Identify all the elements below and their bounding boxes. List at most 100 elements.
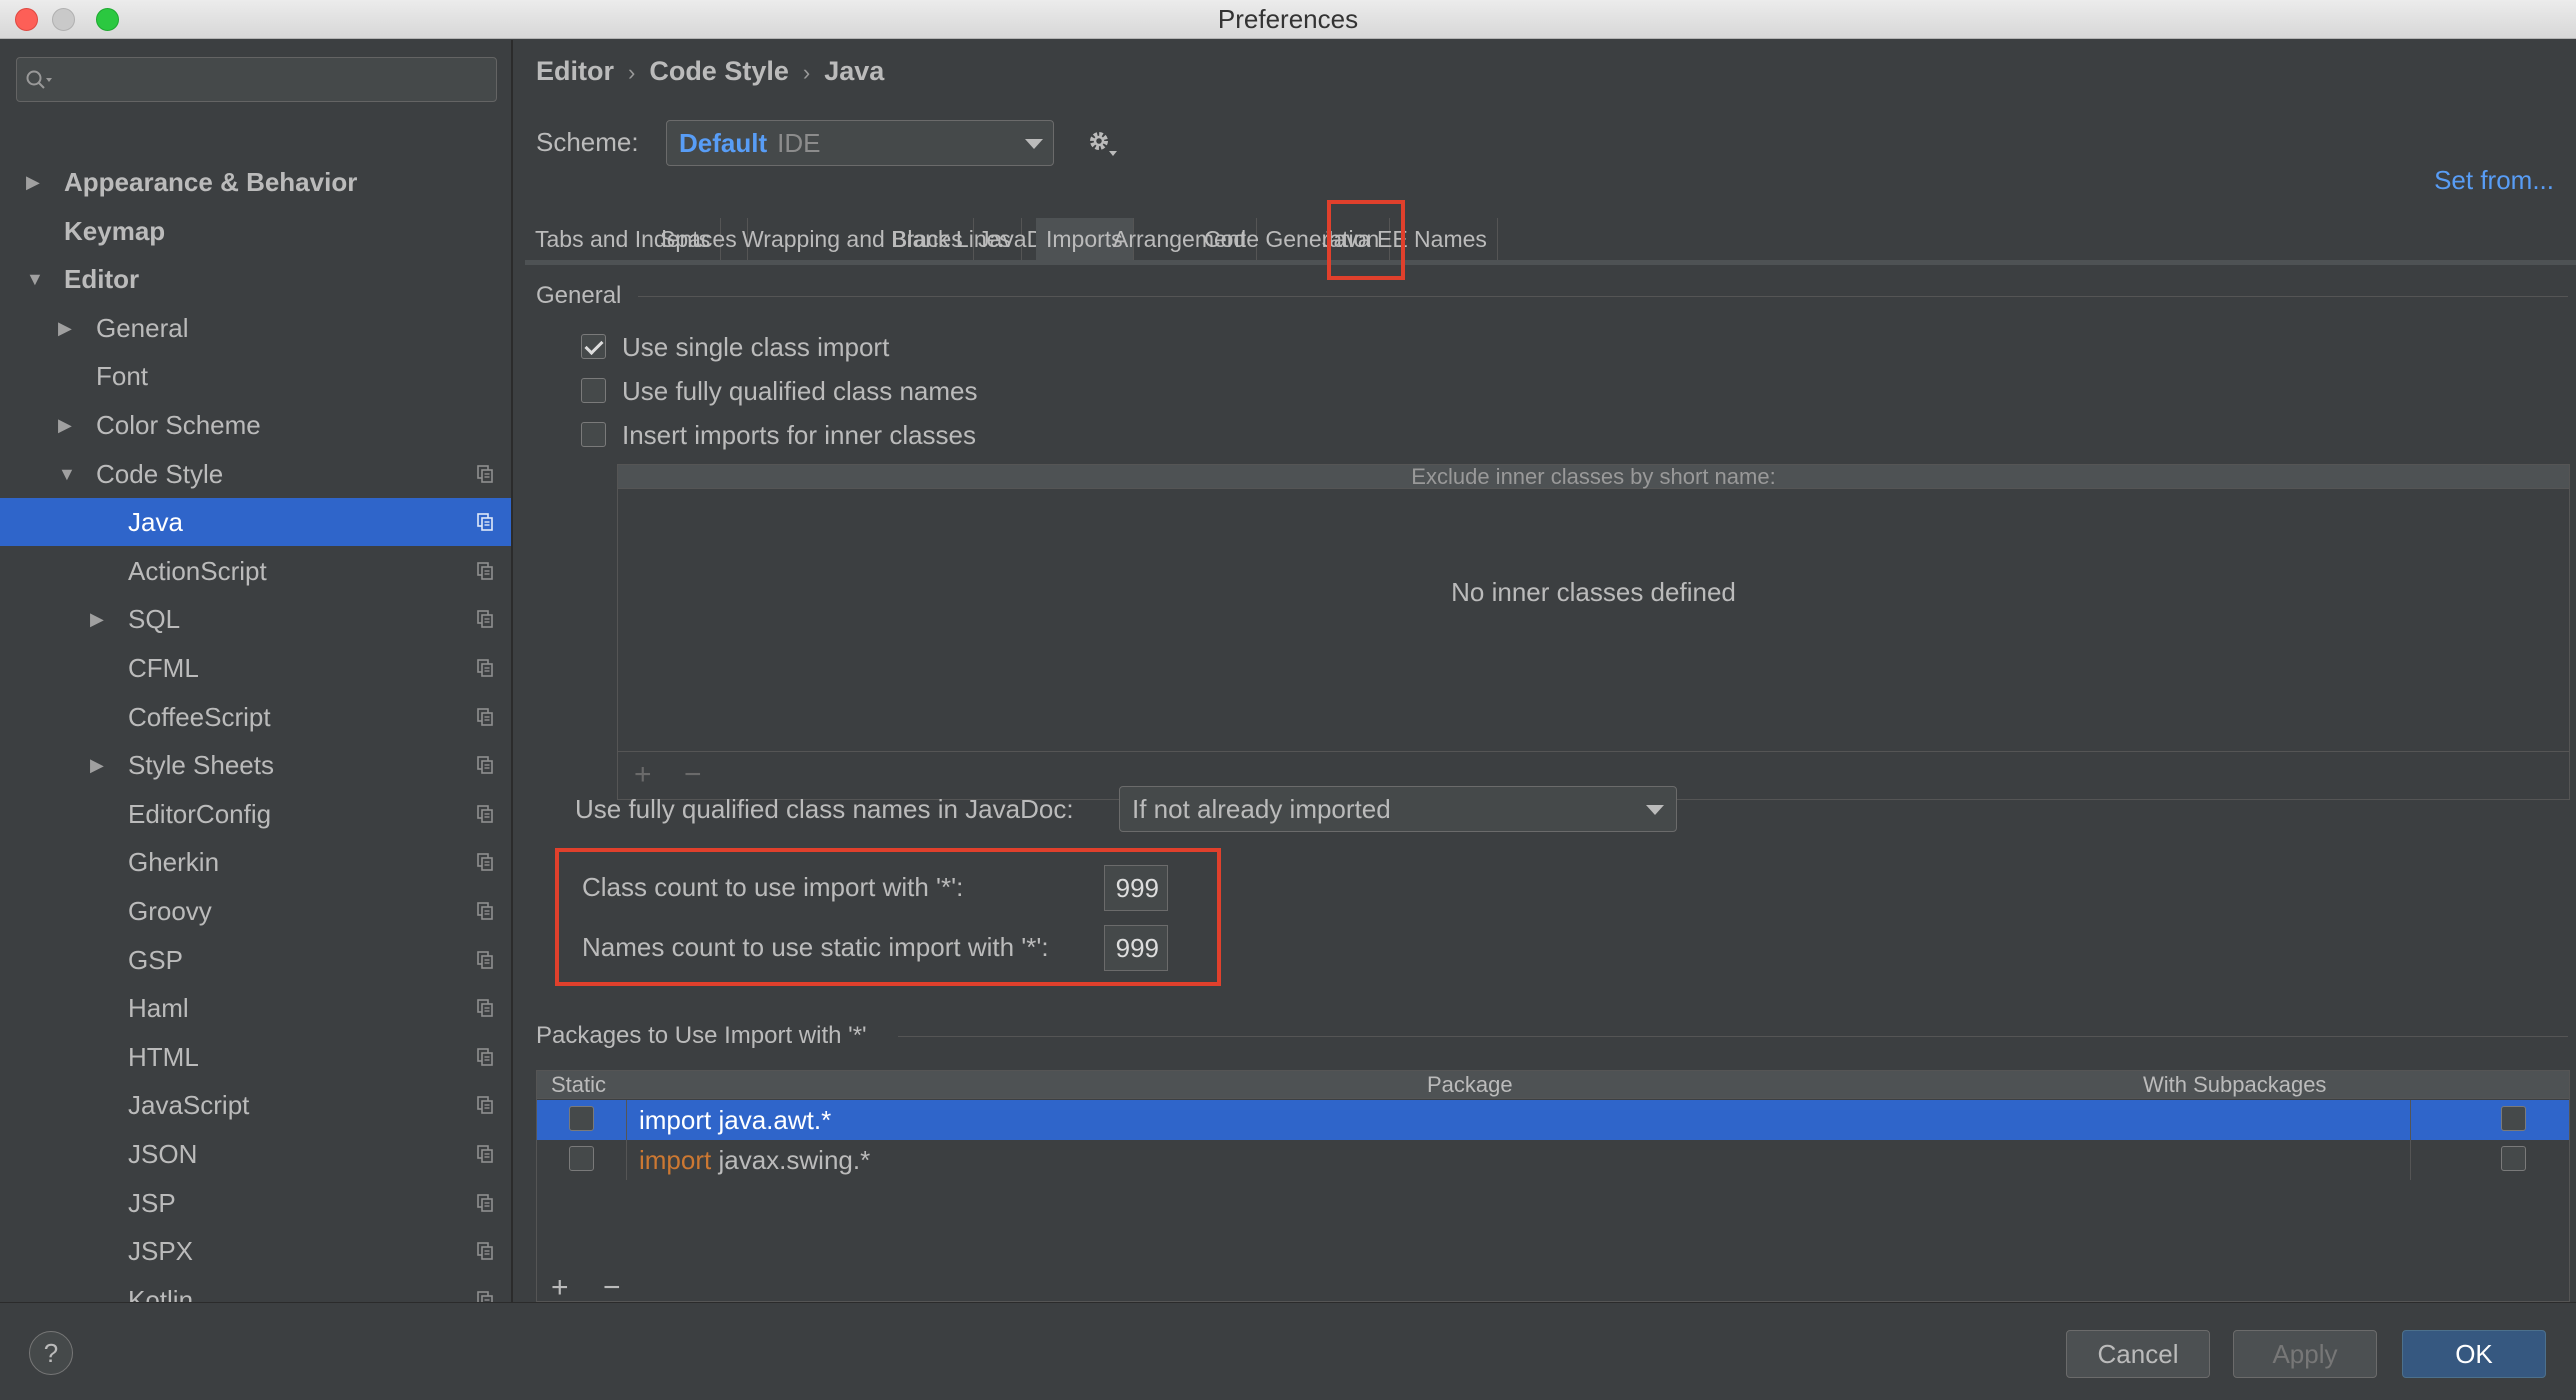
ok-button[interactable]: OK bbox=[2402, 1330, 2546, 1378]
package-column-header[interactable]: Package bbox=[1427, 1071, 1513, 1099]
sidebar-item-keymap[interactable]: Keymap bbox=[0, 207, 511, 255]
project-copy-icon bbox=[477, 561, 493, 580]
sidebar-item-label: SQL bbox=[128, 604, 181, 635]
table-row[interactable]: import java.awt.* bbox=[537, 1100, 2569, 1140]
project-copy-icon bbox=[477, 853, 493, 872]
project-copy-icon bbox=[477, 756, 493, 774]
sidebar-item-kotlin[interactable]: Kotlin bbox=[0, 1276, 511, 1302]
sidebar-item-gherkin[interactable]: Gherkin bbox=[0, 838, 511, 886]
javadoc-select-value: If not already imported bbox=[1132, 794, 1391, 824]
class-count-label: Class count to use import with '*': bbox=[582, 872, 964, 902]
apply-button[interactable]: Apply bbox=[2233, 1330, 2377, 1378]
exclude-inner-classes-table: Exclude inner classes by short name: No … bbox=[617, 464, 2570, 800]
project-copy-icon bbox=[477, 950, 493, 969]
project-copy-icon bbox=[477, 1145, 493, 1163]
sidebar-item-haml[interactable]: Haml bbox=[0, 984, 511, 1032]
project-copy-icon bbox=[477, 1193, 493, 1212]
sidebar-item-java[interactable]: Java bbox=[0, 498, 511, 547]
sidebar-item-label: HTML bbox=[128, 1041, 199, 1072]
static-checkbox[interactable] bbox=[569, 1146, 594, 1171]
sidebar-item-label: CoffeeScript bbox=[128, 701, 271, 732]
sidebar-item-label: GSP bbox=[128, 944, 183, 975]
set-from-link[interactable]: Set from... bbox=[2434, 165, 2554, 196]
expand-arrow-icon[interactable]: ▶ bbox=[90, 595, 104, 643]
chevron-down-icon bbox=[1025, 139, 1043, 149]
sidebar-item-font[interactable]: Font bbox=[0, 352, 511, 400]
sidebar-item-javascript[interactable]: JavaScript bbox=[0, 1081, 511, 1129]
subpackages-checkbox[interactable] bbox=[2501, 1146, 2526, 1171]
sidebar-item-label: General bbox=[96, 312, 189, 343]
imports-tab-highlight bbox=[1327, 200, 1405, 280]
breadcrumb-separator: › bbox=[628, 60, 636, 85]
remove-icon[interactable]: − bbox=[603, 1271, 621, 1301]
sidebar-item-label: Haml bbox=[128, 993, 189, 1024]
search-input[interactable] bbox=[16, 57, 497, 102]
close-window-button[interactable] bbox=[15, 8, 38, 31]
divider bbox=[638, 296, 2568, 297]
collapse-arrow-icon[interactable]: ▼ bbox=[58, 450, 76, 498]
zoom-window-button[interactable] bbox=[96, 8, 119, 31]
single-class-import-label: Use single class import bbox=[622, 332, 890, 362]
expand-arrow-icon[interactable]: ▶ bbox=[26, 158, 40, 206]
project-copy-icon bbox=[477, 707, 493, 726]
cancel-button[interactable]: Cancel bbox=[2066, 1330, 2210, 1378]
sidebar-item-groovy[interactable]: Groovy bbox=[0, 887, 511, 935]
minimize-window-button[interactable] bbox=[52, 8, 75, 31]
sidebar-item-label: Font bbox=[96, 361, 149, 392]
preferences-window: Preferences ▶ Appearance & Behavior Keymap… bbox=[0, 0, 2576, 1400]
project-copy-icon bbox=[477, 1242, 493, 1260]
expand-arrow-icon[interactable]: ▶ bbox=[58, 401, 72, 449]
subpackages-checkbox[interactable] bbox=[2501, 1106, 2526, 1131]
add-icon[interactable]: + bbox=[551, 1271, 569, 1301]
packages-group-title: Packages to Use Import with '*' bbox=[536, 1022, 867, 1049]
expand-arrow-icon[interactable]: ▶ bbox=[58, 304, 72, 352]
add-icon[interactable]: + bbox=[634, 758, 652, 792]
names-count-input[interactable]: 999 bbox=[1104, 925, 1168, 971]
package-cell: import java.awt.* bbox=[627, 1100, 2411, 1140]
single-class-import-checkbox[interactable] bbox=[581, 334, 606, 359]
class-count-input[interactable]: 999 bbox=[1104, 865, 1168, 911]
sidebar-item-jspx[interactable]: JSPX bbox=[0, 1227, 511, 1275]
collapse-arrow-icon[interactable]: ▼ bbox=[26, 255, 44, 303]
sidebar-item-label: ActionScript bbox=[128, 555, 267, 586]
inner-class-imports-checkbox[interactable] bbox=[581, 422, 606, 447]
sidebar-item-actionscript[interactable]: ActionScript bbox=[0, 547, 511, 595]
sidebar-item-color-scheme[interactable]: ▶ Color Scheme bbox=[0, 401, 511, 449]
sidebar-item-label: JSON bbox=[128, 1139, 198, 1169]
sidebar-item-appearance-behavior[interactable]: ▶ Appearance & Behavior bbox=[0, 158, 511, 206]
subpackages-cell bbox=[2411, 1100, 2569, 1140]
fully-qualified-names-checkbox[interactable] bbox=[581, 378, 606, 403]
expand-arrow-icon[interactable]: ▶ bbox=[90, 741, 104, 789]
sidebar-item-code-style[interactable]: ▼ Code Style bbox=[0, 450, 511, 498]
sidebar-item-gsp[interactable]: GSP bbox=[0, 936, 511, 984]
static-column-header[interactable]: Static bbox=[551, 1071, 606, 1099]
sidebar-item-cfml[interactable]: CFML bbox=[0, 644, 511, 692]
scheme-select[interactable]: Default IDE bbox=[666, 120, 1054, 166]
sidebar-item-label: JavaScript bbox=[128, 1090, 250, 1121]
project-copy-icon bbox=[477, 804, 493, 823]
javadoc-select[interactable]: If not already imported bbox=[1119, 786, 1677, 832]
static-cell bbox=[537, 1140, 627, 1180]
table-row[interactable]: import javax.swing.* bbox=[537, 1140, 2569, 1180]
static-checkbox[interactable] bbox=[569, 1106, 594, 1131]
sidebar-item-label: Code Style bbox=[96, 458, 224, 489]
sidebar-item-editor[interactable]: ▼ Editor bbox=[0, 255, 511, 303]
sidebar-item-general[interactable]: ▶ General bbox=[0, 304, 511, 352]
project-copy-icon bbox=[477, 902, 493, 920]
help-button[interactable]: ? bbox=[29, 1331, 73, 1375]
sidebar-item-label: Kotlin bbox=[128, 1284, 194, 1302]
sidebar-item-sql[interactable]: ▶ SQL bbox=[0, 595, 511, 643]
sidebar-item-editorconfig[interactable]: EditorConfig bbox=[0, 790, 511, 838]
gear-icon[interactable] bbox=[1085, 127, 1119, 159]
import-keyword: import bbox=[639, 1105, 712, 1135]
remove-icon[interactable]: − bbox=[684, 758, 702, 792]
import-keyword: import bbox=[639, 1145, 712, 1175]
breadcrumb-item: Code Style bbox=[649, 56, 789, 86]
sidebar-item-html[interactable]: HTML bbox=[0, 1033, 511, 1081]
tab-underline bbox=[525, 260, 2576, 265]
sidebar-item-style-sheets[interactable]: ▶ Style Sheets bbox=[0, 741, 511, 789]
subpackages-column-header[interactable]: With Subpackages bbox=[2143, 1071, 2326, 1099]
sidebar-item-json[interactable]: JSON bbox=[0, 1130, 511, 1178]
sidebar-item-coffeescript[interactable]: CoffeeScript bbox=[0, 693, 511, 741]
sidebar-item-jsp[interactable]: JSP bbox=[0, 1179, 511, 1227]
